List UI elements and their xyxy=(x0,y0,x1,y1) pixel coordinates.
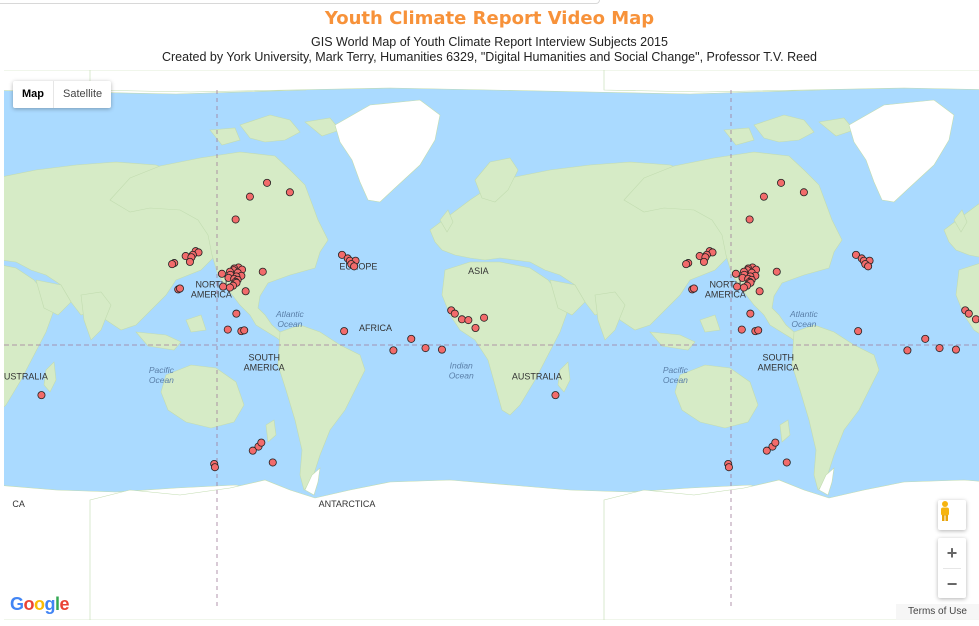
map-marker[interactable] xyxy=(737,325,746,334)
map-marker[interactable] xyxy=(864,262,873,271)
map-marker[interactable] xyxy=(437,345,446,354)
terms-of-use-link[interactable]: Terms of Use xyxy=(896,604,979,620)
map-marker[interactable] xyxy=(964,309,973,318)
map-marker[interactable] xyxy=(903,346,912,355)
map-marker[interactable] xyxy=(772,267,781,276)
google-logo-letter: g xyxy=(44,594,56,614)
map-marker[interactable] xyxy=(241,287,250,296)
map-marker[interactable] xyxy=(733,282,742,291)
google-logo[interactable]: Google xyxy=(10,594,70,615)
street-view-pegman-icon[interactable] xyxy=(938,500,966,530)
map-marker[interactable] xyxy=(935,344,944,353)
map-label: ANTARCTICA xyxy=(319,499,376,509)
top-tab-border xyxy=(0,0,600,4)
map-marker[interactable] xyxy=(263,178,272,187)
zoom-control[interactable]: + − xyxy=(938,538,966,598)
map-marker[interactable] xyxy=(951,345,960,354)
map-label: SOUTH AMERICA xyxy=(244,352,285,372)
map-marker[interactable] xyxy=(219,282,228,291)
map-label: Indian Ocean xyxy=(449,360,474,380)
map-marker[interactable] xyxy=(464,316,473,325)
map-marker[interactable] xyxy=(745,215,754,224)
map-marker[interactable] xyxy=(971,315,979,324)
map-marker[interactable] xyxy=(771,438,780,447)
google-logo-letter: o xyxy=(34,594,45,614)
map-marker[interactable] xyxy=(350,262,359,271)
map-marker[interactable] xyxy=(854,327,863,336)
map-marker[interactable] xyxy=(762,446,771,455)
map-marker[interactable] xyxy=(921,334,930,343)
map-marker[interactable] xyxy=(754,326,763,335)
map-marker[interactable] xyxy=(480,313,489,322)
map-marker[interactable] xyxy=(682,260,691,269)
map-label: Pacific Ocean xyxy=(663,365,689,385)
page-subtitle-2: Created by York University, Mark Terry, … xyxy=(161,50,818,64)
map-label: Pacific Ocean xyxy=(149,365,175,385)
zoom-out-button[interactable]: − xyxy=(938,569,966,599)
map-marker[interactable] xyxy=(407,334,416,343)
map-marker[interactable] xyxy=(285,188,294,197)
map-marker[interactable] xyxy=(217,269,226,278)
map-label: CA xyxy=(12,499,25,509)
google-logo-letter: o xyxy=(23,594,35,614)
map-marker[interactable] xyxy=(755,287,764,296)
map-label: ASIA xyxy=(468,266,489,276)
map-marker[interactable] xyxy=(223,325,232,334)
zoom-in-button[interactable]: + xyxy=(938,538,966,568)
map-marker[interactable] xyxy=(210,463,219,472)
page-bottom-strip xyxy=(0,620,979,626)
map-marker[interactable] xyxy=(37,391,46,400)
map-marker[interactable] xyxy=(450,309,459,318)
map-marker[interactable] xyxy=(699,257,708,266)
map-marker[interactable] xyxy=(225,283,234,292)
map-marker[interactable] xyxy=(777,178,786,187)
map-marker[interactable] xyxy=(739,283,748,292)
map-marker[interactable] xyxy=(268,458,277,467)
map-marker[interactable] xyxy=(551,391,560,400)
map-label: Atlantic Ocean xyxy=(275,309,305,329)
page-subtitle-1: GIS World Map of Youth Climate Report In… xyxy=(311,35,668,49)
map-type-map-button[interactable]: Map xyxy=(13,81,54,108)
map-marker[interactable] xyxy=(231,215,240,224)
map-marker[interactable] xyxy=(782,458,791,467)
map-marker[interactable] xyxy=(724,463,733,472)
map-label: AUSTRALIA xyxy=(4,372,48,382)
map-marker[interactable] xyxy=(248,446,257,455)
map-label: Atlantic Ocean xyxy=(789,309,819,329)
world-map[interactable]: ASIANORTHAMERICAEUROPEASIANORTHAMERICAAt… xyxy=(4,70,979,620)
map-canvas[interactable]: ASIANORTHAMERICAEUROPEASIANORTHAMERICAAt… xyxy=(4,70,979,620)
map-label: AUSTRALIA xyxy=(512,372,562,382)
google-logo-letter: G xyxy=(10,594,24,614)
map-marker[interactable] xyxy=(240,326,249,335)
map-marker[interactable] xyxy=(746,309,755,318)
map-marker[interactable] xyxy=(689,284,698,293)
map-type-satellite-button[interactable]: Satellite xyxy=(54,81,111,108)
map-marker[interactable] xyxy=(421,344,430,353)
map-marker[interactable] xyxy=(245,192,254,201)
page-header: Youth Climate Report Video Map GIS World… xyxy=(0,0,979,70)
map-marker[interactable] xyxy=(340,327,349,336)
google-logo-letter: e xyxy=(59,594,70,614)
map-label: AFRICA xyxy=(359,323,392,333)
map-type-control[interactable]: Map Satellite xyxy=(13,81,112,108)
map-marker[interactable] xyxy=(731,269,740,278)
map-marker[interactable] xyxy=(175,284,184,293)
map-marker[interactable] xyxy=(389,346,398,355)
page-title: Youth Climate Report Video Map xyxy=(324,8,655,29)
map-marker[interactable] xyxy=(185,257,194,266)
map-marker[interactable] xyxy=(258,267,267,276)
map-marker[interactable] xyxy=(168,260,177,269)
map-marker[interactable] xyxy=(232,309,241,318)
map-marker[interactable] xyxy=(471,324,480,333)
map-marker[interactable] xyxy=(257,438,266,447)
map-label: SOUTH AMERICA xyxy=(758,352,799,372)
map-marker[interactable] xyxy=(799,188,808,197)
map-marker[interactable] xyxy=(759,192,768,201)
